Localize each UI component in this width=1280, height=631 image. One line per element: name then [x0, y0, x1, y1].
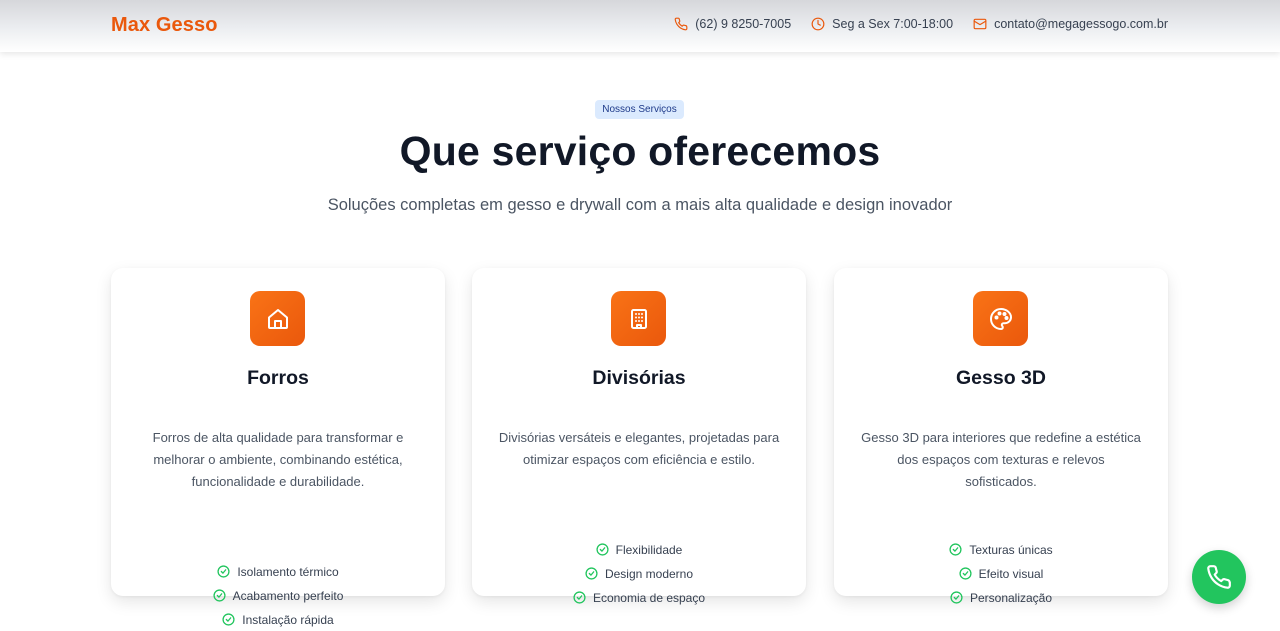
contact-email[interactable]: contato@megagessogo.com.br	[973, 17, 1168, 31]
call-floating-button[interactable]	[1192, 550, 1246, 604]
check-circle-icon	[585, 567, 598, 580]
feature-item: Economia de espaço	[573, 588, 705, 607]
brand-logo[interactable]: Max Gesso	[111, 14, 218, 37]
service-card-gesso-3d[interactable]: Gesso 3D Gesso 3D para interiores que re…	[834, 268, 1168, 605]
email-text: contato@megagessogo.com.br	[994, 17, 1168, 31]
contact-info: (62) 9 8250-7005 Seg a Sex 7:00-18:00 co…	[674, 17, 1168, 31]
feature-item: Design moderno	[585, 564, 693, 583]
feature-item: Instalação rápida	[222, 610, 334, 629]
feature-item: Flexibilidade	[596, 540, 683, 559]
card-description: Forros de alta qualidade para transforma…	[152, 430, 404, 489]
check-circle-icon	[950, 591, 963, 604]
service-card-forros[interactable]: Forros Forros de alta qualidade para tra…	[111, 268, 445, 627]
section-title: Que serviço oferecemos	[399, 128, 881, 174]
service-card-divisorias[interactable]: Divisórias Divisórias versáteis e elegan…	[472, 268, 806, 605]
section-badge: Nossos Serviços	[595, 100, 684, 119]
contact-phone[interactable]: (62) 9 8250-7005	[674, 17, 791, 31]
phone-icon	[1207, 565, 1231, 589]
feature-item: Efeito visual	[959, 564, 1044, 583]
check-circle-icon	[949, 543, 962, 556]
hours-text: Seg a Sex 7:00-18:00	[832, 17, 954, 31]
check-circle-icon	[573, 591, 586, 604]
feature-item: Isolamento térmico	[217, 562, 339, 581]
feature-item: Acabamento perfeito	[213, 586, 344, 605]
feature-list: Isolamento térmico Acabamento perfeito I…	[111, 562, 445, 629]
check-circle-icon	[959, 567, 972, 580]
feature-label: Design moderno	[604, 566, 694, 581]
check-circle-icon	[217, 565, 230, 578]
feature-label: Flexibilidade	[615, 542, 683, 557]
feature-label: Instalação rápida	[242, 612, 334, 627]
card-icon-box	[611, 291, 666, 346]
card-icon-box	[250, 291, 305, 346]
feature-label: Personalização	[969, 590, 1053, 605]
feature-list: Texturas únicas Efeito visual Personaliz…	[834, 540, 1168, 607]
clock-icon	[811, 17, 825, 31]
card-title: Divisórias	[592, 367, 686, 389]
check-circle-icon	[222, 613, 235, 626]
feature-label: Efeito visual	[978, 566, 1044, 581]
feature-label: Texturas únicas	[969, 542, 1053, 557]
feature-label: Acabamento perfeito	[232, 588, 344, 603]
phone-icon	[674, 17, 688, 31]
section-subtitle: Soluções completas em gesso e drywall co…	[327, 196, 953, 214]
card-description: Divisórias versáteis e elegantes, projet…	[498, 430, 780, 467]
card-icon-box	[973, 291, 1028, 346]
feature-label: Economia de espaço	[592, 590, 706, 605]
phone-text: (62) 9 8250-7005	[695, 17, 792, 31]
card-title: Forros	[247, 367, 309, 389]
card-description: Gesso 3D para interiores que redefine a …	[861, 430, 1141, 489]
mail-icon	[973, 18, 987, 30]
building-icon	[630, 308, 647, 329]
feature-item: Texturas únicas	[949, 540, 1053, 559]
feature-list: Flexibilidade Design moderno Economia de…	[472, 540, 806, 607]
check-circle-icon	[213, 589, 226, 602]
feature-label: Isolamento térmico	[237, 564, 339, 579]
home-icon	[267, 308, 288, 329]
palette-icon	[989, 307, 1012, 330]
site-header: Max Gesso (62) 9 8250-7005 Seg a Sex 7:0…	[0, 0, 1280, 52]
feature-item: Personalização	[950, 588, 1052, 607]
contact-hours: Seg a Sex 7:00-18:00	[811, 17, 953, 31]
services-section: Nossos Serviços Que serviço oferecemos S…	[0, 52, 1280, 631]
card-title: Gesso 3D	[956, 367, 1046, 389]
check-circle-icon	[596, 543, 609, 556]
